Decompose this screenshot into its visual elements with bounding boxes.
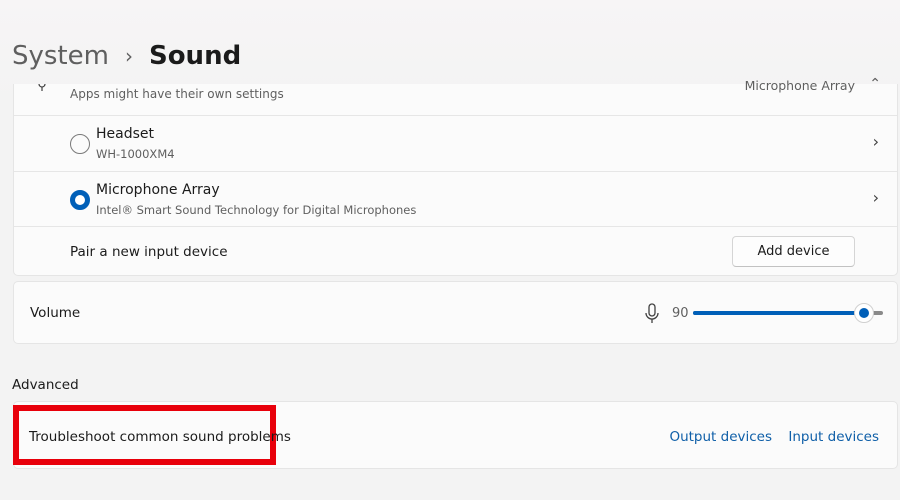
volume-slider-fill (693, 311, 864, 315)
input-header-row[interactable]: Apps might have their own settings Micro… (14, 76, 897, 116)
volume-label: Volume (30, 305, 81, 321)
device-row-microphone-array[interactable]: Microphone Array Intel® Smart Sound Tech… (14, 172, 897, 227)
radio-microphone-array[interactable] (70, 190, 90, 210)
device-description: WH-1000XM4 (96, 147, 175, 161)
advanced-card: Troubleshoot common sound problems Outpu… (13, 401, 898, 469)
chevron-right-icon[interactable]: › (873, 132, 879, 151)
volume-slider[interactable] (693, 303, 883, 323)
device-name: Microphone Array (96, 182, 220, 198)
breadcrumb: System › Sound (12, 36, 241, 76)
selected-input-summary: Microphone Array (744, 78, 855, 93)
microphone-icon[interactable] (644, 303, 660, 325)
device-row-headset[interactable]: Headset WH-1000XM4 › (14, 116, 897, 172)
radio-headset[interactable] (70, 134, 90, 154)
breadcrumb-system[interactable]: System (12, 41, 109, 71)
chevron-up-icon[interactable]: ⌃ (869, 76, 881, 92)
device-description: Intel® Smart Sound Technology for Digita… (96, 203, 417, 217)
chevron-right-icon: › (124, 44, 133, 68)
advanced-section-title: Advanced (12, 377, 79, 393)
input-devices-link[interactable]: Input devices (788, 429, 879, 445)
page-title: Sound (148, 41, 242, 71)
input-devices-card: Apps might have their own settings Micro… (13, 76, 898, 276)
chevron-right-icon[interactable]: › (873, 188, 879, 207)
add-device-button[interactable]: Add device (732, 236, 855, 267)
volume-card: Volume 90 (13, 281, 898, 344)
microphone-icon (38, 83, 46, 91)
device-name: Headset (96, 126, 155, 142)
volume-slider-thumb[interactable] (854, 303, 874, 323)
apps-settings-note: Apps might have their own settings (70, 87, 284, 101)
pair-device-label: Pair a new input device (70, 244, 228, 260)
troubleshoot-label: Troubleshoot common sound problems (29, 429, 291, 445)
pair-device-row: Pair a new input device Add device (14, 227, 897, 276)
volume-value: 90 (672, 306, 689, 321)
output-devices-link[interactable]: Output devices (669, 429, 772, 445)
